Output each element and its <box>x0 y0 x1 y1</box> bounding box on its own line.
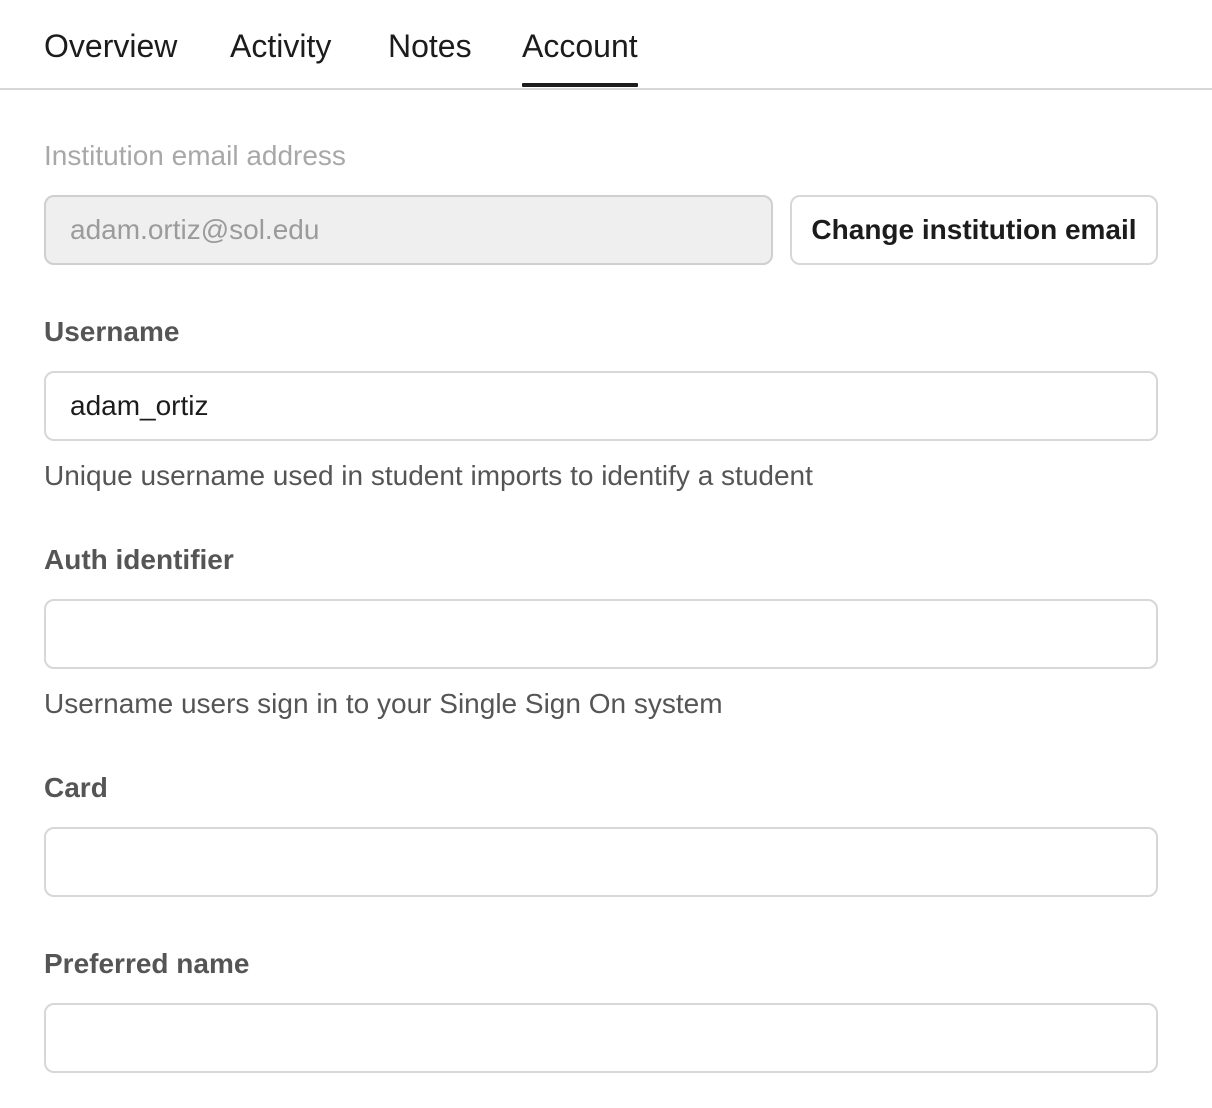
username-field[interactable] <box>44 371 1158 441</box>
card-field[interactable] <box>44 827 1158 897</box>
auth-identifier-field[interactable] <box>44 599 1158 669</box>
card-label: Card <box>44 772 108 803</box>
username-help-text: Unique username used in student imports … <box>44 460 813 491</box>
preferred-name-label: Preferred name <box>44 948 250 979</box>
auth-identifier-label: Auth identifier <box>44 544 234 575</box>
tab-activity[interactable]: Activity <box>230 26 331 66</box>
institution-email-label: Institution email address <box>44 140 346 171</box>
preferred-name-field[interactable] <box>44 1003 1158 1073</box>
change-institution-email-button[interactable]: Change institution email <box>790 195 1158 265</box>
tab-overview[interactable]: Overview <box>44 26 177 66</box>
tab-bar: Overview Activity Notes Account <box>0 0 1212 90</box>
username-label: Username <box>44 316 180 347</box>
auth-identifier-help-text: Username users sign in to your Single Si… <box>44 688 723 719</box>
tab-notes[interactable]: Notes <box>388 26 472 66</box>
tab-account[interactable]: Account <box>522 26 638 87</box>
institution-email-field <box>44 195 773 265</box>
